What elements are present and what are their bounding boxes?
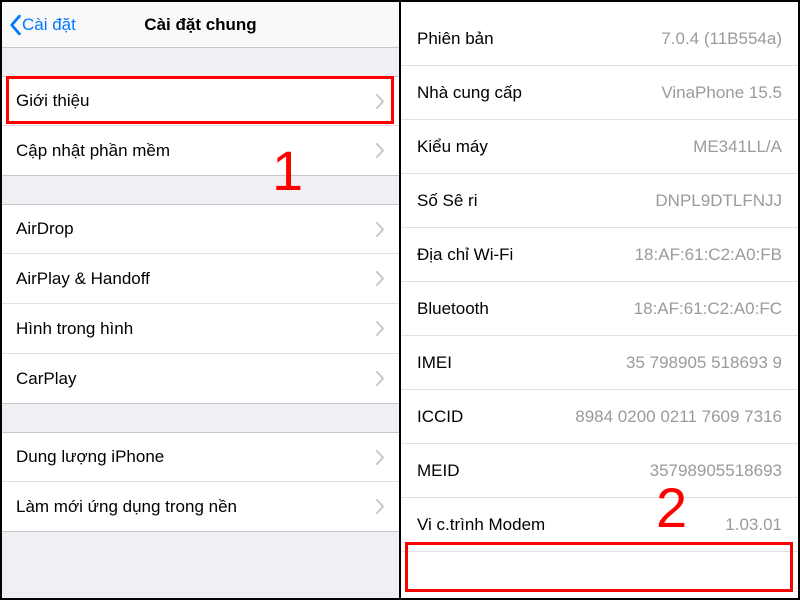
row-airdrop[interactable]: AirDrop — [2, 204, 399, 254]
info-label: Phiên bản — [417, 29, 494, 49]
back-button[interactable]: Cài đặt — [2, 14, 76, 36]
row-about[interactable]: Giới thiệu — [2, 76, 399, 126]
settings-list: Giới thiệu Cập nhật phần mềm AirDrop Air… — [2, 48, 399, 598]
info-version[interactable]: Phiên bản 7.0.4 (11B554a) — [401, 12, 798, 66]
chevron-right-icon — [376, 271, 385, 286]
row-background-refresh[interactable]: Làm mới ứng dụng trong nền — [2, 482, 399, 532]
chevron-right-icon — [376, 94, 385, 109]
row-label: Cập nhật phần mềm — [16, 141, 170, 161]
row-label: CarPlay — [16, 369, 76, 389]
section-connectivity: AirDrop AirPlay & Handoff Hình trong hìn… — [2, 204, 399, 404]
row-label: AirPlay & Handoff — [16, 269, 150, 289]
section-about: Giới thiệu Cập nhật phần mềm — [2, 76, 399, 176]
info-bluetooth[interactable]: Bluetooth 18:AF:61:C2:A0:FC — [401, 282, 798, 336]
info-label: Số Sê ri — [417, 191, 477, 211]
row-label: AirDrop — [16, 219, 74, 239]
info-label: IMEI — [417, 353, 452, 373]
info-imei[interactable]: IMEI 35 798905 518693 9 — [401, 336, 798, 390]
info-label: Kiểu máy — [417, 137, 488, 157]
info-label: ICCID — [417, 407, 463, 427]
row-label: Giới thiệu — [16, 91, 90, 111]
info-value: 18:AF:61:C2:A0:FC — [634, 299, 782, 319]
info-label: Vi c.trình Modem — [417, 515, 545, 535]
back-label: Cài đặt — [22, 15, 76, 35]
info-value: 35 798905 518693 9 — [626, 353, 782, 373]
about-detail-pane: Phiên bản 7.0.4 (11B554a) Nhà cung cấp V… — [401, 2, 798, 598]
info-value: VinaPhone 15.5 — [661, 83, 782, 103]
row-pip[interactable]: Hình trong hình — [2, 304, 399, 354]
info-value: 7.0.4 (11B554a) — [661, 29, 782, 49]
chevron-right-icon — [376, 321, 385, 336]
row-label: Làm mới ứng dụng trong nền — [16, 497, 237, 517]
nav-header: Cài đặt Cài đặt chung — [2, 2, 399, 48]
chevron-right-icon — [376, 143, 385, 158]
info-meid[interactable]: MEID 35798905518693 — [401, 444, 798, 498]
row-carplay[interactable]: CarPlay — [2, 354, 399, 404]
info-value: 18:AF:61:C2:A0:FB — [635, 245, 782, 265]
info-modem-firmware[interactable]: Vi c.trình Modem 1.03.01 — [401, 498, 798, 552]
row-label: Hình trong hình — [16, 319, 133, 339]
info-value: 1.03.01 — [725, 515, 782, 535]
info-label: MEID — [417, 461, 460, 481]
info-model[interactable]: Kiểu máy ME341LL/A — [401, 120, 798, 174]
info-iccid[interactable]: ICCID 8984 0200 0211 7609 7316 — [401, 390, 798, 444]
info-carrier[interactable]: Nhà cung cấp VinaPhone 15.5 — [401, 66, 798, 120]
settings-general-pane: Cài đặt Cài đặt chung Giới thiệu Cập nhậ… — [2, 2, 399, 598]
row-iphone-storage[interactable]: Dung lượng iPhone — [2, 432, 399, 482]
section-storage: Dung lượng iPhone Làm mới ứng dụng trong… — [2, 432, 399, 532]
row-label: Dung lượng iPhone — [16, 447, 164, 467]
chevron-left-icon — [8, 14, 22, 36]
info-value: ME341LL/A — [693, 137, 782, 157]
chevron-right-icon — [376, 222, 385, 237]
info-serial[interactable]: Số Sê ri DNPL9DTLFNJJ — [401, 174, 798, 228]
info-label: Địa chỉ Wi-Fi — [417, 245, 513, 265]
row-software-update[interactable]: Cập nhật phần mềm — [2, 126, 399, 176]
info-wifi-address[interactable]: Địa chỉ Wi-Fi 18:AF:61:C2:A0:FB — [401, 228, 798, 282]
info-value: DNPL9DTLFNJJ — [655, 191, 782, 211]
chevron-right-icon — [376, 371, 385, 386]
info-value: 8984 0200 0211 7609 7316 — [575, 407, 782, 427]
info-label: Bluetooth — [417, 299, 489, 319]
chevron-right-icon — [376, 499, 385, 514]
info-value: 35798905518693 — [650, 461, 782, 481]
row-airplay-handoff[interactable]: AirPlay & Handoff — [2, 254, 399, 304]
chevron-right-icon — [376, 450, 385, 465]
info-label: Nhà cung cấp — [417, 83, 522, 103]
